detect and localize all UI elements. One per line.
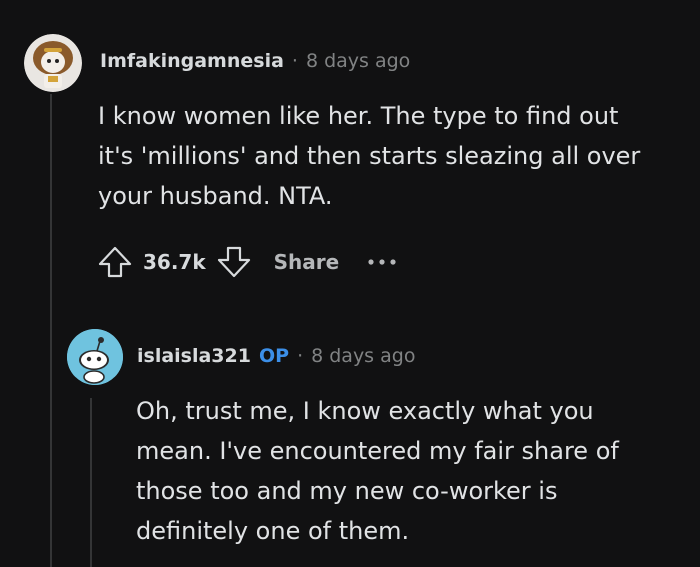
comment-timestamp: 8 days ago bbox=[305, 50, 411, 72]
meta-separator: · bbox=[291, 50, 298, 72]
reply-line: mean. I've encountered my fair share of bbox=[136, 437, 619, 465]
comment-line: I know women like her. The type to find … bbox=[98, 102, 619, 130]
comment-username[interactable]: Imfakingamnesia bbox=[100, 50, 284, 72]
reply-username[interactable]: islaisla321 bbox=[137, 345, 251, 367]
reply-line: Oh, trust me, I know exactly what you bbox=[136, 397, 594, 425]
reply-timestamp: 8 days ago bbox=[311, 345, 416, 367]
upvote-icon[interactable] bbox=[97, 244, 133, 280]
thread-line-reply[interactable] bbox=[90, 398, 92, 567]
downvote-icon[interactable] bbox=[216, 244, 252, 280]
comment-actions: 36.7k Share bbox=[97, 242, 397, 282]
more-options-icon[interactable] bbox=[367, 257, 397, 267]
op-badge: OP bbox=[258, 345, 290, 367]
snoo-icon bbox=[67, 329, 123, 385]
vote-count: 36.7k bbox=[143, 250, 206, 274]
comment-line: it's 'millions' and then starts sleazing… bbox=[98, 142, 641, 170]
comment-line: your husband. NTA. bbox=[98, 182, 333, 210]
reply-meta: islaisla321 OP · 8 days ago bbox=[137, 345, 415, 367]
comment-meta: Imfakingamnesia · 8 days ago bbox=[100, 50, 410, 72]
snoo-avatar[interactable] bbox=[67, 329, 123, 385]
share-button[interactable]: Share bbox=[274, 250, 340, 274]
reply-line: those too and my new co-worker is bbox=[136, 477, 558, 505]
reply-body: Oh, trust me, I know exactly what you me… bbox=[136, 391, 619, 551]
reply-line: definitely one of them. bbox=[136, 517, 410, 545]
avatar-illustration bbox=[24, 34, 82, 92]
user-avatar[interactable] bbox=[24, 34, 82, 92]
comment-body: I know women like her. The type to find … bbox=[98, 96, 640, 216]
thread-line-comment[interactable] bbox=[50, 94, 52, 567]
meta-separator: · bbox=[297, 345, 304, 367]
